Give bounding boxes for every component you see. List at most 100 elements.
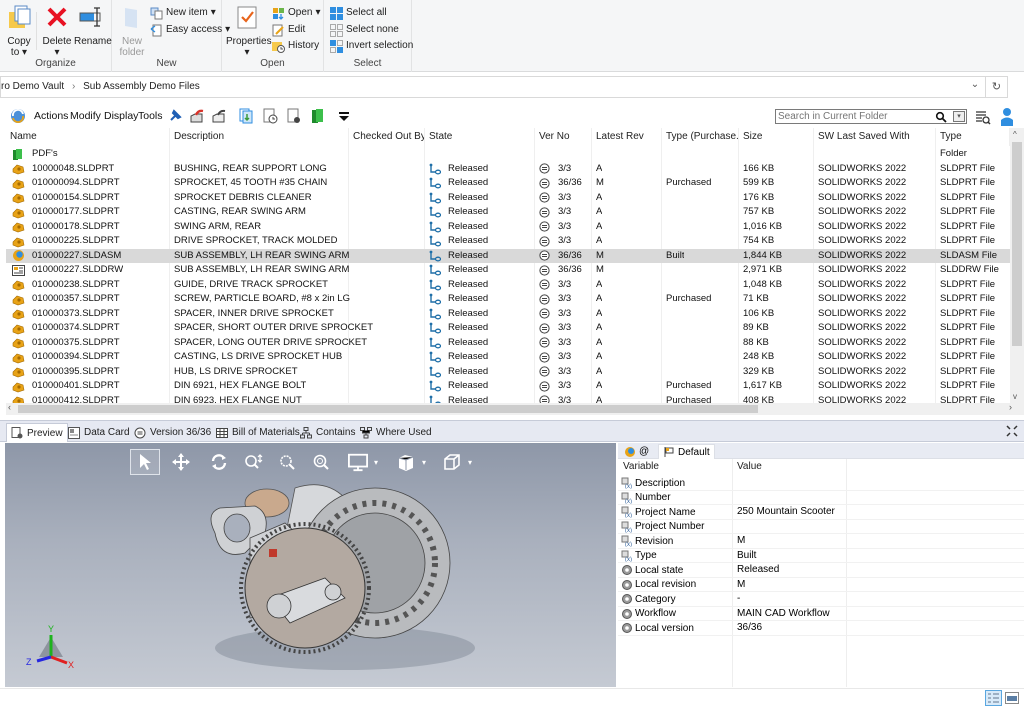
- tab-data-card[interactable]: Data Card: [64, 423, 134, 442]
- tab-default[interactable]: Default: [658, 444, 715, 459]
- search-results-icon[interactable]: [975, 109, 991, 125]
- menu-actions[interactable]: Actions: [34, 110, 68, 122]
- file-row[interactable]: 010000394.SLDPRT CASTING, LS DRIVE SPROC…: [6, 350, 1010, 365]
- horizontal-scrollbar[interactable]: ‹ ›: [6, 402, 1024, 415]
- file-row[interactable]: 010000373.SLDPRT SPACER, INNER DRIVE SPR…: [6, 307, 1010, 322]
- datacard-row[interactable]: Category -: [618, 592, 1024, 607]
- column-header-size[interactable]: Size: [739, 128, 814, 146]
- details-view-icon[interactable]: [985, 690, 1002, 706]
- zoom-fit-button[interactable]: [306, 449, 336, 475]
- file-row[interactable]: 010000094.SLDPRT SPROCKET, 45 TOOTH #35 …: [6, 176, 1010, 191]
- column-header-description[interactable]: Description: [170, 128, 349, 146]
- file-row[interactable]: 010000178.SLDPRT SWING ARM, REAR Release…: [6, 220, 1010, 235]
- green-folder-icon[interactable]: [310, 108, 326, 124]
- easy-access-button[interactable]: Easy access ▾: [150, 22, 230, 38]
- column-header-checked-out-by[interactable]: Checked Out By: [349, 128, 425, 146]
- file-row[interactable]: 010000227.SLDDRW SUB ASSEMBLY, LH REAR S…: [6, 263, 1010, 278]
- datacard-row[interactable]: Local state Released: [618, 563, 1024, 578]
- file-row[interactable]: 010000374.SLDPRT SPACER, SHORT OUTER DRI…: [6, 321, 1010, 336]
- datacard-row[interactable]: (x) Description: [618, 476, 1024, 491]
- variable-column-header[interactable]: Variable: [623, 461, 659, 472]
- history-doc-icon[interactable]: [262, 108, 278, 124]
- refresh-button[interactable]: ↻: [985, 77, 1007, 97]
- address-dropdown-button[interactable]: ⌄: [967, 79, 983, 95]
- get-latest-icon[interactable]: [238, 108, 254, 124]
- pan-tool-button[interactable]: [166, 449, 196, 475]
- more-dropdown-icon[interactable]: [336, 108, 352, 124]
- new-folder-button[interactable]: New folder: [118, 4, 146, 58]
- column-header-ver-no[interactable]: Ver No: [535, 128, 592, 146]
- section-view-button[interactable]: ▾: [396, 449, 426, 475]
- preview-pane[interactable]: ▾ ▾ ▾ Y X Z: [5, 443, 616, 687]
- search-input[interactable]: [776, 110, 926, 123]
- datacard-row[interactable]: (x) Project Name 250 Mountain Scooter: [618, 505, 1024, 520]
- check-out-icon[interactable]: [189, 108, 205, 124]
- open-button[interactable]: Open ▾: [272, 5, 321, 21]
- vertical-scroll-thumb[interactable]: [1012, 142, 1022, 346]
- datacard-row[interactable]: (x) Revision M: [618, 534, 1024, 549]
- rename-button[interactable]: Rename: [74, 4, 112, 47]
- datacard-row[interactable]: (x) Type Built: [618, 549, 1024, 563]
- search-icon[interactable]: [935, 111, 947, 123]
- copy-to-button[interactable]: Copy to ▾: [6, 4, 32, 58]
- horizontal-scroll-thumb[interactable]: [18, 405, 758, 413]
- file-row[interactable]: 010000401.SLDPRT DIN 6921, HEX FLANGE BO…: [6, 379, 1010, 394]
- invert-selection-button[interactable]: Invert selection: [330, 38, 413, 54]
- datacard-row[interactable]: (x) Number: [618, 491, 1024, 505]
- search-dropdown-button[interactable]: ▾: [953, 111, 965, 122]
- new-item-button[interactable]: New item ▾: [150, 5, 216, 21]
- preview-view-icon[interactable]: [1005, 692, 1019, 704]
- tab-contains[interactable]: Contains: [296, 423, 359, 442]
- properties-button[interactable]: Properties ▾: [226, 4, 272, 58]
- scroll-left-arrow[interactable]: ‹: [8, 402, 11, 412]
- scroll-up-arrow[interactable]: ^: [1013, 130, 1017, 139]
- file-row[interactable]: 010000154.SLDPRT SPROCKET DEBRIS CLEANER…: [6, 191, 1010, 206]
- history-button[interactable]: History: [272, 38, 319, 54]
- pdm-sync-icon[interactable]: [10, 108, 26, 124]
- file-row[interactable]: 10000048.SLDPRT BUSHING, REAR SUPPORT LO…: [6, 162, 1010, 177]
- display-style-button[interactable]: ▾: [348, 449, 378, 475]
- tab-bill-of-materials[interactable]: Bill of Materials: [212, 423, 304, 442]
- file-row[interactable]: 010000357.SLDPRT SCREW, PARTICLE BOARD, …: [6, 292, 1010, 307]
- maximize-pane-icon[interactable]: [1006, 425, 1018, 437]
- datacard-row[interactable]: Local version 36/36: [618, 621, 1024, 636]
- edit-button[interactable]: Edit: [272, 22, 305, 38]
- column-header-type[interactable]: Type: [936, 128, 1010, 146]
- file-row[interactable]: 010000375.SLDPRT SPACER, LONG OUTER DRIV…: [6, 336, 1010, 351]
- tab-preview[interactable]: Preview: [6, 423, 68, 442]
- breadcrumb-folder[interactable]: Sub Assembly Demo Files: [83, 81, 200, 92]
- column-header-type-purchase[interactable]: Type (Purchase...: [662, 128, 739, 146]
- zoom-window-button[interactable]: [272, 449, 302, 475]
- select-none-button[interactable]: Select none: [330, 22, 399, 38]
- file-row[interactable]: 010000412.SLDPRT DIN 6923, HEX FLANGE NU…: [6, 394, 1010, 403]
- datacard-row[interactable]: Local revision M: [618, 578, 1024, 592]
- column-header-latest-rev[interactable]: Latest Rev: [592, 128, 662, 146]
- column-header-sw-last-saved-with[interactable]: SW Last Saved With: [814, 128, 936, 146]
- preview-doc-icon[interactable]: [286, 108, 302, 124]
- tab-file-variables[interactable]: @: [620, 444, 653, 459]
- check-in-icon[interactable]: [211, 108, 227, 124]
- value-column-header[interactable]: Value: [737, 461, 762, 472]
- column-header-state[interactable]: State: [425, 128, 535, 146]
- pin-icon[interactable]: [167, 108, 183, 124]
- datacard-row[interactable]: (x) Project Number: [618, 520, 1024, 534]
- menu-tools[interactable]: Tools: [138, 110, 163, 122]
- menu-modify[interactable]: Modify: [70, 110, 101, 122]
- breadcrumb-vault[interactable]: ro Demo Vault: [1, 81, 64, 92]
- address-bar[interactable]: ro Demo Vault › Sub Assembly Demo Files …: [0, 76, 1008, 98]
- file-row[interactable]: 010000225.SLDPRT DRIVE SPROCKET, TRACK M…: [6, 234, 1010, 249]
- file-row[interactable]: 010000177.SLDPRT CASTING, REAR SWING ARM…: [6, 205, 1010, 220]
- menu-display[interactable]: Display: [104, 110, 138, 122]
- folder-row[interactable]: PDF's Folder: [6, 147, 1010, 162]
- tab-version[interactable]: Version 36/36: [130, 423, 215, 442]
- zoom-tool-button[interactable]: [238, 449, 268, 475]
- file-row[interactable]: 010000238.SLDPRT GUIDE, DRIVE TRACK SPRO…: [6, 278, 1010, 293]
- vertical-scrollbar[interactable]: ^ v: [1010, 128, 1024, 403]
- file-row[interactable]: 010000395.SLDPRT HUB, LS DRIVE SPROCKET …: [6, 365, 1010, 380]
- datacard-row[interactable]: Workflow MAIN CAD Workflow: [618, 607, 1024, 621]
- user-icon[interactable]: [1000, 107, 1014, 127]
- delete-button[interactable]: Delete ▾: [42, 4, 72, 58]
- rotate-tool-button[interactable]: [204, 449, 234, 475]
- tab-where-used[interactable]: Where Used: [356, 423, 436, 442]
- scroll-down-arrow[interactable]: v: [1013, 392, 1017, 401]
